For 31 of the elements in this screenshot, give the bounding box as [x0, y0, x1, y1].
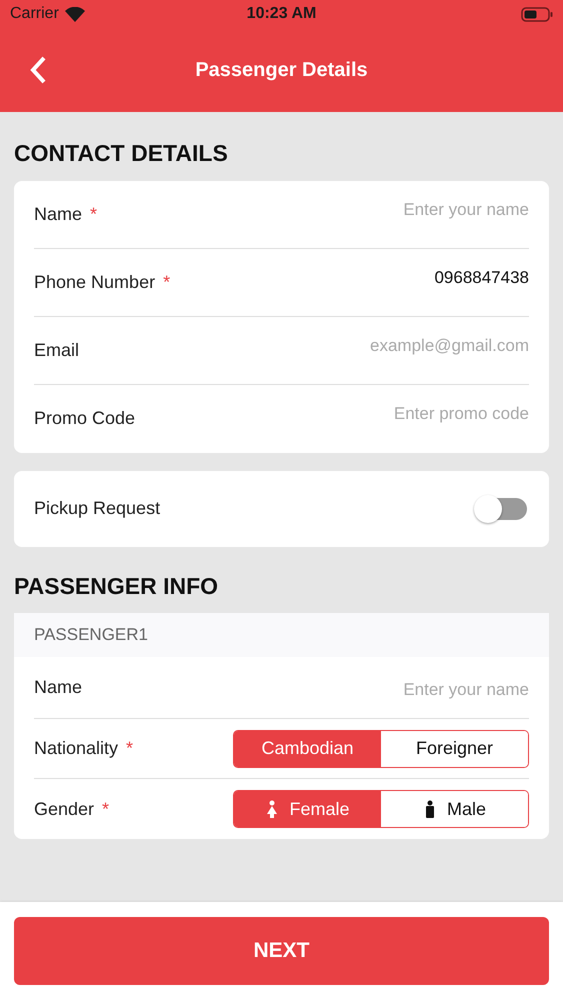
- input-field[interactable]: example@gmail.com: [89, 332, 529, 358]
- wifi-icon: [64, 6, 85, 22]
- required-mark: *: [126, 737, 134, 760]
- input-field[interactable]: Enter promo code: [145, 400, 529, 426]
- page-title: Passenger Details: [195, 58, 368, 83]
- required-mark: *: [90, 202, 98, 226]
- segment-option[interactable]: Cambodian: [234, 730, 381, 766]
- pickup-toggle[interactable]: [473, 494, 529, 524]
- passenger-title: PASSENGER1: [34, 624, 148, 646]
- field-label: Name: [34, 202, 82, 226]
- field-label: Nationality: [34, 737, 118, 760]
- input-field[interactable]: Enter your name: [107, 196, 529, 222]
- input-field[interactable]: 0968847438: [180, 264, 529, 290]
- pickup-label: Pickup Request: [34, 497, 162, 520]
- required-mark: *: [163, 270, 170, 294]
- battery-icon: [521, 6, 553, 22]
- required-mark: *: [102, 798, 110, 820]
- next-button[interactable]: NEXT: [14, 917, 549, 985]
- section-heading: PASSENGER INFO: [14, 572, 220, 600]
- field-label: Gender: [34, 798, 94, 820]
- carrier-label: Carrier: [10, 4, 59, 24]
- field-label: Phone Number: [34, 270, 156, 294]
- clock-time: 10:23 AM: [246, 4, 316, 24]
- field-label: Promo Code: [34, 407, 136, 430]
- woman-icon: [265, 800, 280, 818]
- section-heading: CONTACT DETAILS: [14, 139, 229, 168]
- segment-option[interactable]: Female: [234, 791, 381, 827]
- back-icon: [28, 55, 48, 85]
- field-label: Email: [34, 338, 80, 362]
- input-field[interactable]: Enter your name: [92, 676, 529, 702]
- field-label: Name: [34, 676, 82, 699]
